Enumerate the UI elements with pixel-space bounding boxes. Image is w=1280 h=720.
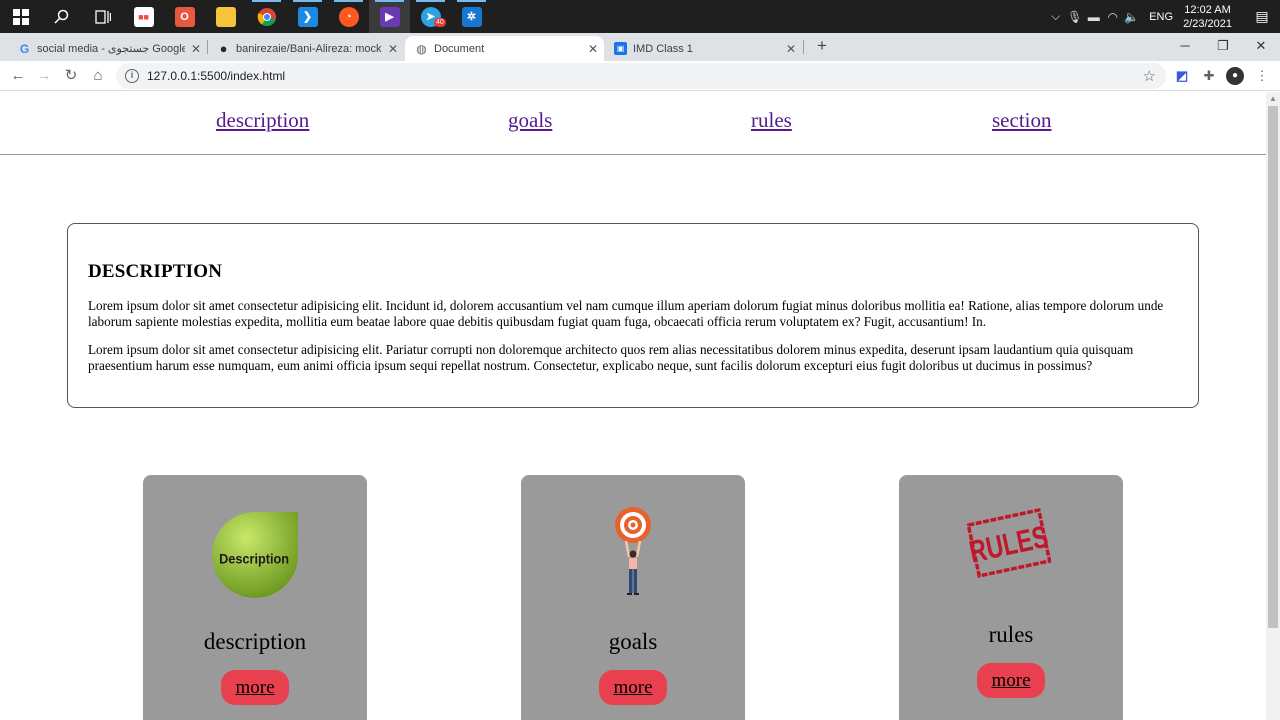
- description-heading: DESCRIPTION: [88, 261, 223, 282]
- page-viewport: description goals rules section DESCRIPT…: [0, 92, 1280, 720]
- minimize-button[interactable]: ─: [1166, 33, 1204, 61]
- task-view-icon: [94, 9, 111, 24]
- classroom-favicon-icon: ▣: [614, 42, 627, 55]
- task-view-button[interactable]: [82, 0, 123, 33]
- description-paragraph-1: Lorem ipsum dolor sit amet consectetur a…: [88, 298, 1164, 329]
- reload-icon[interactable]: ↻: [59, 64, 83, 88]
- clock[interactable]: 12:02 AM 2/23/2021: [1183, 3, 1232, 31]
- office-icon: O: [174, 6, 195, 27]
- card-title: description: [203, 629, 307, 654]
- forward-arrow-icon[interactable]: →: [32, 64, 56, 88]
- extension-icon[interactable]: ◩: [1173, 67, 1191, 85]
- battery-icon[interactable]: ▬: [1084, 10, 1103, 24]
- nav-link-rules[interactable]: rules: [751, 108, 792, 133]
- more-button[interactable]: more: [599, 670, 667, 705]
- language-indicator[interactable]: ENG: [1149, 11, 1173, 23]
- clock-time: 12:02 AM: [1184, 3, 1231, 16]
- globe-favicon-icon: ◍: [416, 41, 427, 56]
- tab-separator: [803, 40, 804, 54]
- wifi-icon[interactable]: ◠: [1103, 10, 1122, 24]
- taskbar-app-store[interactable]: ■■: [123, 0, 164, 33]
- taskbar-search-button[interactable]: [41, 0, 82, 33]
- tab-document[interactable]: ◍ Document ✕: [405, 36, 604, 61]
- nav-link-section[interactable]: section: [992, 108, 1051, 133]
- store-icon: ■■: [133, 6, 154, 27]
- tab-title: IMD Class 1: [633, 42, 693, 55]
- bookmark-star-icon[interactable]: ☆: [1143, 67, 1156, 85]
- description-section: DESCRIPTION Lorem ipsum dolor sit amet c…: [67, 223, 1199, 408]
- card-description: Description description more: [143, 475, 367, 720]
- rules-stamp-icon: RULES: [967, 508, 1051, 578]
- file-explorer-icon: [215, 6, 236, 27]
- card-title: goals: [608, 629, 658, 654]
- close-tab-icon[interactable]: ✕: [582, 42, 604, 56]
- taskbar-app-orange[interactable]: ◔: [328, 0, 369, 33]
- description-badge-icon: Description: [212, 512, 298, 598]
- taskbar-app-vscode[interactable]: ❯: [287, 0, 328, 33]
- card-title: rules: [988, 622, 1034, 647]
- windows-logo-icon: [12, 8, 29, 25]
- close-tab-icon[interactable]: ✕: [382, 42, 404, 56]
- address-url: 127.0.0.1:5500/index.html: [147, 69, 286, 83]
- taskbar-app-explorer[interactable]: [205, 0, 246, 33]
- browser-toolbar: ← → ↻ ⌂ i 127.0.0.1:5500/index.html ☆ ◩ …: [0, 61, 1280, 91]
- home-icon[interactable]: ⌂: [86, 64, 110, 88]
- chrome-menu-icon[interactable]: ⋮: [1253, 67, 1271, 85]
- taskbar-app-visual-studio[interactable]: ▶: [369, 0, 410, 33]
- app-orange-icon: ◔: [338, 6, 359, 27]
- back-arrow-icon[interactable]: ←: [6, 64, 30, 88]
- profile-avatar[interactable]: ●: [1226, 67, 1244, 85]
- site-info-icon[interactable]: i: [125, 69, 139, 83]
- new-tab-button[interactable]: +: [812, 36, 832, 56]
- volume-icon[interactable]: 🔈: [1122, 10, 1141, 24]
- system-tray: ⌵ 🎙 ▬ ◠ 🔈 ENG 12:02 AM 2/23/2021 ▤: [1046, 0, 1280, 33]
- taskbar-app-telegram[interactable]: ➤ 40: [410, 0, 451, 33]
- close-window-button[interactable]: ✕: [1242, 33, 1280, 61]
- app-blue-icon: ✲: [461, 6, 482, 27]
- tab-separator: [207, 40, 208, 54]
- tab-title: banirezaie/Bani-Alireza: mock-ht: [236, 42, 382, 55]
- visual-studio-icon: ▶: [379, 6, 400, 27]
- chrome-icon: [257, 7, 276, 26]
- card-goals: goals more: [521, 475, 745, 720]
- windows-taskbar: ■■ O ❯ ◔ ▶ ➤ 40 ✲ ⌵ 🎙 ▬ ◠ 🔈 ENG 12:02 AM…: [0, 0, 1280, 33]
- github-favicon-icon: ●: [219, 41, 228, 56]
- tab-title: social media - جستجوی Google: [37, 43, 185, 55]
- notification-center-icon[interactable]: ▤: [1244, 8, 1280, 25]
- page-scrollbar[interactable]: ▲: [1266, 92, 1280, 720]
- site-navigation: description goals rules section: [0, 92, 1266, 155]
- search-icon: [53, 9, 68, 24]
- close-tab-icon[interactable]: ✕: [185, 42, 207, 56]
- microphone-icon[interactable]: 🎙: [1065, 10, 1084, 24]
- scrollbar-thumb[interactable]: [1268, 106, 1278, 628]
- address-bar[interactable]: i 127.0.0.1:5500/index.html ☆: [116, 63, 1166, 89]
- google-favicon-icon: G: [19, 41, 30, 56]
- taskbar-app-office[interactable]: O: [164, 0, 205, 33]
- telegram-unread-badge: 40: [434, 18, 446, 27]
- scroll-up-arrow-icon[interactable]: ▲: [1269, 94, 1277, 103]
- description-paragraph-2: Lorem ipsum dolor sit amet consectetur a…: [88, 342, 1134, 373]
- extensions-puzzle-icon[interactable]: ✚: [1200, 67, 1218, 85]
- more-button[interactable]: more: [221, 670, 289, 705]
- target-person-icon: [615, 507, 651, 595]
- description-badge-text: Description: [219, 551, 289, 567]
- taskbar-app-blue[interactable]: ✲: [451, 0, 492, 33]
- close-tab-icon[interactable]: ✕: [780, 42, 802, 56]
- more-button[interactable]: more: [977, 663, 1045, 698]
- taskbar-app-chrome[interactable]: [246, 0, 287, 33]
- nav-link-goals[interactable]: goals: [508, 108, 552, 133]
- tab-title: Document: [434, 42, 485, 55]
- nav-link-description[interactable]: description: [216, 108, 309, 133]
- tab-google-search[interactable]: G social media - جستجوی Google ✕: [0, 36, 207, 61]
- windows-start-button[interactable]: [0, 0, 41, 33]
- tab-imd-class[interactable]: ▣ IMD Class 1 ✕: [604, 36, 802, 61]
- browser-tab-strip: G social media - جستجوی Google ✕ ● banir…: [0, 33, 1280, 61]
- tab-github[interactable]: ● banirezaie/Bani-Alireza: mock-ht ✕: [207, 36, 404, 61]
- restore-button[interactable]: ❐: [1204, 33, 1242, 61]
- clock-date: 2/23/2021: [1183, 17, 1232, 30]
- chevron-up-icon[interactable]: ⌵: [1046, 9, 1065, 24]
- card-rules: RULES rules more: [899, 475, 1123, 720]
- vscode-icon: ❯: [297, 6, 318, 27]
